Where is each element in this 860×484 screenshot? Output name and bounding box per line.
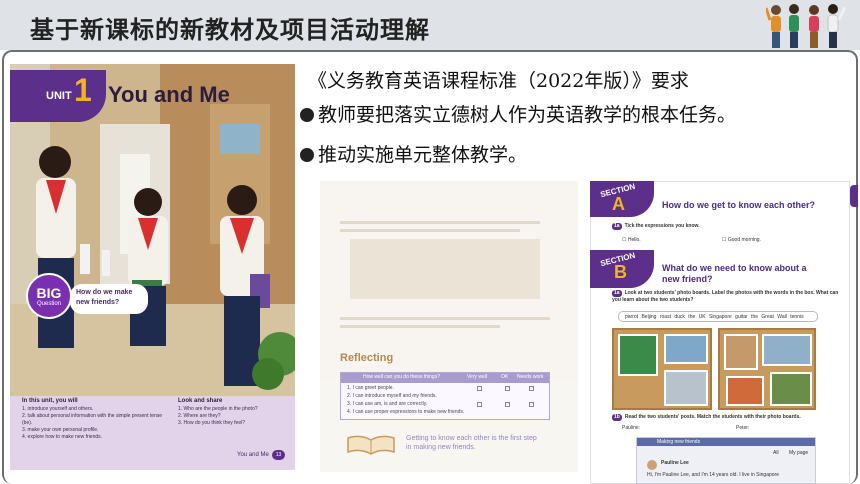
tennis-photo	[770, 372, 812, 406]
unit-number: 1	[74, 72, 92, 108]
requirement-item: 推动实施单元整体教学。	[300, 140, 527, 167]
page-side-tab	[850, 185, 858, 207]
social-tab-all: All	[773, 450, 779, 456]
big-label: BIG	[36, 285, 62, 301]
checkbox-icon	[505, 402, 510, 407]
parrot-photo	[618, 334, 658, 376]
exercise-text: Look at two students' photo boards. Labe…	[612, 290, 839, 303]
exercise-number: 1a	[612, 223, 622, 230]
in-this-unit-heading: In this unit, you will	[22, 398, 78, 404]
post-author: Pauline Lee	[661, 460, 689, 466]
exercise-1b: 1b Read the two students' posts. Match th…	[612, 414, 842, 421]
section-b-letter: B	[614, 262, 627, 282]
checkbox-icon	[529, 386, 534, 391]
textbook-cover: UNIT 1 You and Me BIG Question How do we…	[10, 64, 295, 470]
reflecting-label: Reflecting	[340, 352, 394, 364]
landmark-photo	[664, 370, 708, 406]
expression-text: Hello.	[627, 237, 641, 243]
checkbox-icon	[529, 402, 534, 407]
look-share-heading: Look and share	[178, 398, 223, 404]
unit-goal-item: 2. talk about personal information with …	[22, 413, 163, 426]
section-b-question: What do we need to know about a new frie…	[662, 263, 807, 284]
avatar	[647, 460, 657, 470]
look-share-item: 3. How do you think they feel?	[178, 420, 245, 426]
requirement-item: 教师要把落实立德树人作为英语教学的根本任务。	[300, 100, 736, 127]
section-a-letter: A	[612, 194, 625, 214]
table-row: 1. I can greet people.	[347, 385, 394, 391]
title-bar: 基于新课标的新教材及项目活动理解	[0, 0, 860, 50]
bullet-icon	[300, 148, 314, 162]
peter-answer-label: Peter:	[736, 425, 750, 431]
social-post-card: Making new friends All My page Pauline L…	[636, 437, 816, 484]
guitar-photo	[724, 334, 758, 370]
worksheet-page	[320, 181, 578, 472]
expression-item: ☐ Hello.	[622, 237, 641, 243]
big-question-badge: BIG Question	[26, 273, 72, 319]
unit-label: UNIT	[46, 90, 72, 102]
cover-page-number: 13	[272, 450, 285, 460]
reflecting-table: How well can you do these things? Very w…	[340, 372, 550, 420]
expression-text: Good morning.	[727, 237, 761, 243]
table-row: 4. I can use proper expressions to make …	[347, 409, 465, 415]
unit-title: You and Me	[108, 82, 230, 107]
expression-item: ☐ Good morning.	[722, 237, 761, 243]
page-title: 基于新课标的新教材及项目活动理解	[30, 16, 430, 44]
cover-footer: You and Me	[237, 452, 269, 458]
exercise-text: Read the two students' posts. Match the …	[624, 414, 801, 420]
question-label: Question	[36, 301, 61, 307]
big-question-text: How do we make new friends?	[70, 284, 148, 314]
open-book-icon	[347, 435, 395, 455]
photo-board-b	[718, 328, 816, 410]
table-row: 3. I can use am, is and are correctly.	[347, 401, 428, 407]
post-text: Hi, I'm Pauline Lee, and I'm 14 years ol…	[647, 472, 779, 478]
checkbox-icon	[505, 386, 510, 391]
city-photo	[664, 334, 708, 364]
table-header-cell: Needs work	[517, 374, 544, 380]
table-header-cell: Very well	[467, 374, 488, 380]
requirement-text: 教师要把落实立德树人作为英语教学的根本任务。	[318, 104, 737, 126]
exercise-1a: 1a Tick the expressions you know.	[612, 223, 700, 230]
exercise-number: 1a	[612, 290, 622, 297]
getting-to-know-text: Getting to know each other is the first …	[406, 435, 537, 451]
table-header-cell: OK	[501, 374, 509, 380]
bullet-icon	[300, 108, 314, 122]
in-this-unit-section: In this unit, you will 1. introduce your…	[22, 398, 168, 441]
photo-board-a	[612, 328, 712, 410]
social-tab-my-page: My page	[789, 450, 809, 456]
exercise-text: Tick the expressions you know.	[624, 223, 700, 229]
word-box: parrot Beijing roast duck the UK Singapo…	[618, 311, 818, 322]
people-group-icon	[766, 4, 846, 48]
pauline-answer-label: Pauline:	[622, 425, 641, 431]
great-wall-photo	[762, 334, 812, 366]
requirement-text: 推动实施单元整体教学。	[318, 144, 528, 166]
look-and-share-section: Look and share 1. Who are the people in …	[178, 398, 288, 427]
checkbox-icon	[477, 386, 482, 391]
roast-duck-photo	[726, 376, 764, 406]
unit-goal-item: 3. make your own personal profile.	[22, 427, 99, 433]
checkbox-icon	[477, 402, 482, 407]
look-share-item: 1. Who are the people in the photo?	[178, 406, 258, 412]
section-a-question: How do we get to know each other?	[662, 200, 816, 210]
unit-goal-item: 1. introduce yourself and others.	[22, 406, 94, 412]
standard-heading: 《义务教育英语课程标准（2022年版）》要求	[308, 70, 689, 92]
exercise-1a-b: 1a Look at two students' photo boards. La…	[612, 290, 842, 304]
table-header-cell: How well can you do these things?	[363, 374, 440, 380]
social-title: Making new friends	[657, 439, 701, 445]
unit-goal-item: 4. explore how to make new friends.	[22, 434, 103, 440]
look-share-item: 2. Where are they?	[178, 413, 221, 419]
exercise-number: 1b	[612, 414, 622, 421]
table-row: 2. I can introduce myself and my friends…	[347, 393, 437, 399]
